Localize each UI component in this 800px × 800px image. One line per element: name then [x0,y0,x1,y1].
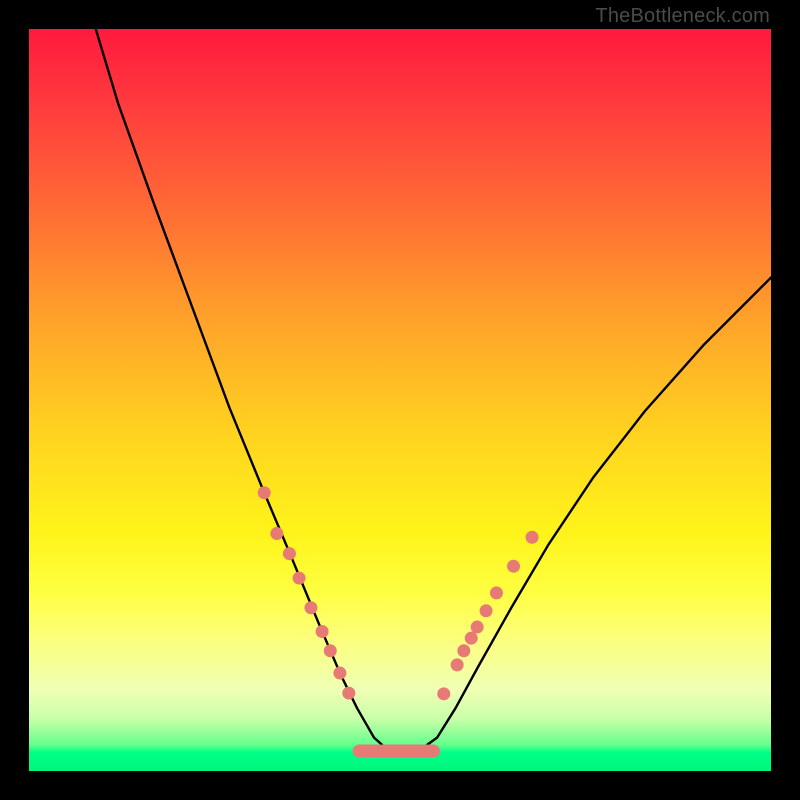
data-point-marker [457,644,470,657]
data-point-marker [258,486,271,499]
data-point-marker [526,531,539,544]
outer-frame: TheBottleneck.com [0,0,800,800]
data-point-marker [480,604,493,617]
highlighted-points [258,486,539,700]
bottleneck-curve [96,29,771,751]
data-point-marker [490,586,503,599]
curve-layer [29,29,771,771]
data-point-marker [465,632,478,645]
data-point-marker [471,621,484,634]
data-point-marker [507,560,520,573]
data-point-marker [283,547,296,560]
data-point-marker [333,667,346,680]
data-point-marker [451,658,464,671]
watermark-text: TheBottleneck.com [595,5,770,28]
plot-area [29,29,771,771]
data-point-marker [316,625,329,638]
data-point-marker [270,527,283,540]
data-point-marker [304,601,317,614]
data-point-marker [324,644,337,657]
data-point-marker [437,687,450,700]
data-point-marker [342,687,355,700]
data-point-marker [293,572,306,585]
